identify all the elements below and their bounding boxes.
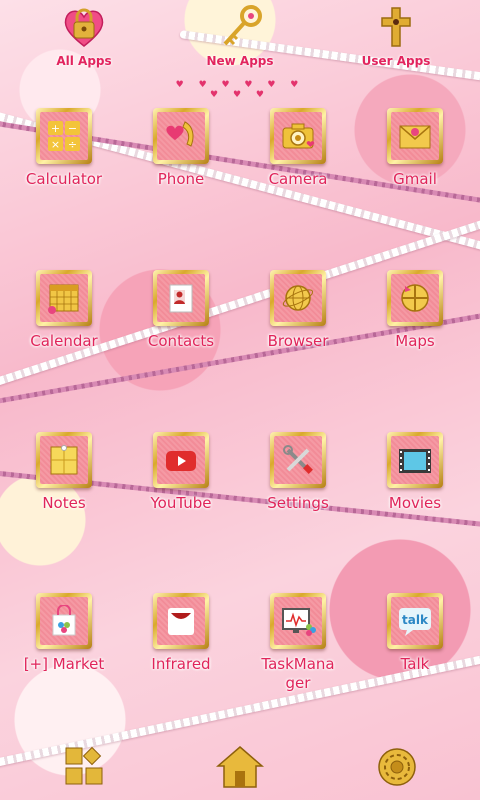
app-label: Contacts [147,332,215,350]
cross-icon [381,7,411,47]
app-infrared[interactable]: Infrared [121,593,241,674]
app-label: Phone [157,170,205,188]
app-taskmanager[interactable]: TaskManager [238,593,358,693]
envelope-icon [399,125,431,149]
app-label: Movies [388,494,442,512]
remote-icon [168,608,194,635]
dock-home-button[interactable] [214,744,265,790]
app-icon-frame [36,270,92,326]
talk-icon-text: talk [402,613,429,627]
app-label: TaskManager [261,655,335,692]
app-icon-frame [387,108,443,164]
app-label: Gmail [393,170,437,188]
app-label: Calendar [30,332,98,350]
app-icon-frame [270,593,326,649]
widgets-icon [65,746,103,785]
shopping-bag-icon [52,605,76,636]
app-calculator[interactable]: + − × ÷ Calculator [4,108,124,189]
monitor-icon [282,608,316,636]
tab-new-apps[interactable]: New Apps [180,4,300,68]
app-label: Talk [400,655,430,673]
svg-text:÷: ÷ [68,138,77,151]
app-icon-frame [36,593,92,649]
key-icon [223,5,262,46]
app-drawer-tabs: All Apps New Apps User Apps ♥ ♥ ♥ ♥ ♥ ♥ … [0,0,480,100]
app-icon-frame: + − × ÷ [36,108,92,164]
settings-gear-icon [378,748,416,786]
app-label: Camera [268,170,328,188]
app-icon-frame: talk [387,593,443,649]
app-label: Calculator [25,170,103,188]
map-icon [401,284,429,312]
svg-text:+: + [51,122,60,135]
app-browser[interactable]: Browser [238,270,358,351]
app-phone[interactable]: Phone [121,108,241,189]
tab-user-apps[interactable]: User Apps [336,4,456,68]
dock-settings-button[interactable] [372,744,422,790]
app-label: YouTube [150,494,212,512]
page-indicator: ♥ ♥ ♥ ♥ ♥ ♥ ♥ ♥ ♥ [175,80,305,100]
app-icon-frame [387,270,443,326]
tab-all-apps-label: All Apps [56,54,112,68]
app-icon-frame [270,108,326,164]
camera-icon [282,123,315,149]
home-icon [215,746,265,788]
calculator-icon: + − × ÷ [48,121,80,151]
lock-heart-icon [64,8,104,47]
app-notes[interactable]: Notes [4,432,124,513]
tab-all-apps[interactable]: All Apps [24,4,144,68]
app-gmail[interactable]: Gmail [355,108,475,189]
app-label: Maps [395,332,435,350]
app-label: Settings [267,494,329,512]
app-contacts[interactable]: Contacts [121,270,241,351]
app-settings[interactable]: Settings [238,432,358,513]
app-icon-frame [36,432,92,488]
app-icon-frame [153,593,209,649]
contact-card-icon [169,284,193,313]
notes-icon [50,445,78,475]
dock-widgets-button[interactable] [60,744,110,790]
app-icon-frame [153,108,209,164]
svg-text:×: × [51,138,60,151]
svg-text:−: − [68,122,77,135]
tools-icon [283,445,313,474]
app-youtube[interactable]: YouTube [121,432,241,513]
app-talk[interactable]: talk Talk [355,593,475,674]
app-icon-frame [387,432,443,488]
app-label: Notes [42,494,86,512]
app-label: Browser [267,332,329,350]
globe-icon [282,285,314,311]
talk-bubble-icon: talk [399,608,431,636]
app-icon-frame [270,270,326,326]
play-icon [166,451,196,471]
app-icon-frame [153,432,209,488]
app-market[interactable]: [+] Market [4,593,124,674]
tab-user-apps-label: User Apps [361,54,431,68]
film-icon [399,449,431,473]
app-movies[interactable]: Movies [355,432,475,513]
app-camera[interactable]: Camera [238,108,358,189]
phone-icon [166,121,194,147]
app-icon-frame [153,270,209,326]
calendar-icon [48,284,79,314]
app-calendar[interactable]: Calendar [4,270,124,351]
app-maps[interactable]: Maps [355,270,475,351]
tab-new-apps-label: New Apps [206,54,274,68]
app-icon-frame [270,432,326,488]
app-label: [+] Market [23,655,105,673]
app-label: Infrared [151,655,211,673]
